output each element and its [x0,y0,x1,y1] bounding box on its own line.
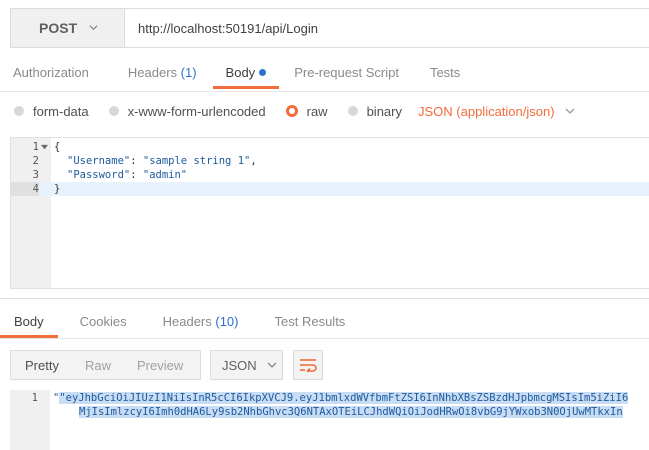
content-type-select[interactable]: JSON (application/json) [418,104,575,119]
request-body-editor[interactable]: 1 { 2 "Username": "sample string 1", 3 "… [10,137,649,289]
chevron-down-icon [267,362,277,368]
request-bar: POST http://localhost:50191/api/Login [10,8,649,48]
fold-arrow-icon[interactable] [41,144,48,151]
radio-form-data[interactable]: form-data [14,104,89,119]
headers-count: (1) [180,65,197,80]
response-token-part2: MjIsImlzcyI6Imh0dHA6Ly9sb2NhbGhvc3Q6NTAx… [79,406,623,418]
code-line-active: 4 } [11,182,649,196]
radio-circle-icon [347,106,358,116]
wrap-lines-button[interactable] [293,350,323,380]
response-body-viewer[interactable]: 1 ""eyJhbGciOiJIUzI1NiIsInR5cCI6IkpXVCJ9… [10,390,649,450]
tab-tests[interactable]: Tests [417,58,473,89]
tab-pre-request-script[interactable]: Pre-request Script [281,58,412,89]
radio-circle-icon [108,106,119,116]
tab-test-results[interactable]: Test Results [261,307,360,338]
request-tabs: Authorization Headers (1) Body Pre-reque… [0,58,649,91]
tabs-divider [0,338,649,339]
pretty-button[interactable]: Pretty [11,358,59,373]
response-token-part1: "eyJhbGciOiJIUzI1NiIsInR5cCI6IkpXVCJ9.ey… [59,392,629,404]
code-line: 3 "Password": "admin" [32,169,188,181]
response-tabs: Body Cookies Headers (10) Test Results [0,307,367,339]
chevron-down-icon [565,108,575,114]
code-line: 2 "Username": "sample string 1", [32,155,257,167]
tabs-divider [0,91,649,92]
radio-circle-icon [14,106,24,116]
response-format-select[interactable]: JSON [210,350,283,380]
method-select[interactable]: POST [11,9,125,47]
response-divider [0,298,649,299]
code-line: 1 { [32,141,61,153]
url-input[interactable]: http://localhost:50191/api/Login [125,9,649,47]
method-label: POST [39,20,78,36]
tab-response-body[interactable]: Body [0,307,58,338]
chevron-down-icon [89,24,98,30]
modified-dot-icon [259,69,267,76]
radio-urlencoded[interactable]: x-www-form-urlencoded [108,104,266,119]
raw-button[interactable]: Raw [71,358,111,373]
view-mode-group: Pretty Raw Preview [10,350,201,380]
preview-button[interactable]: Preview [123,358,183,373]
tab-body[interactable]: Body [212,58,280,89]
tab-authorization[interactable]: Authorization [0,58,102,89]
radio-selected-icon [285,105,298,117]
wrap-lines-icon [300,359,317,372]
body-type-options: form-data x-www-form-urlencoded raw bina… [14,99,575,123]
tab-response-headers[interactable]: Headers (10) [149,307,253,338]
tab-cookies[interactable]: Cookies [66,307,141,338]
radio-raw[interactable]: raw [285,104,328,119]
radio-binary[interactable]: binary [347,104,402,119]
response-headers-count: (10) [215,314,239,329]
url-text: http://localhost:50191/api/Login [138,20,318,36]
tab-headers[interactable]: Headers (1) [115,58,210,89]
